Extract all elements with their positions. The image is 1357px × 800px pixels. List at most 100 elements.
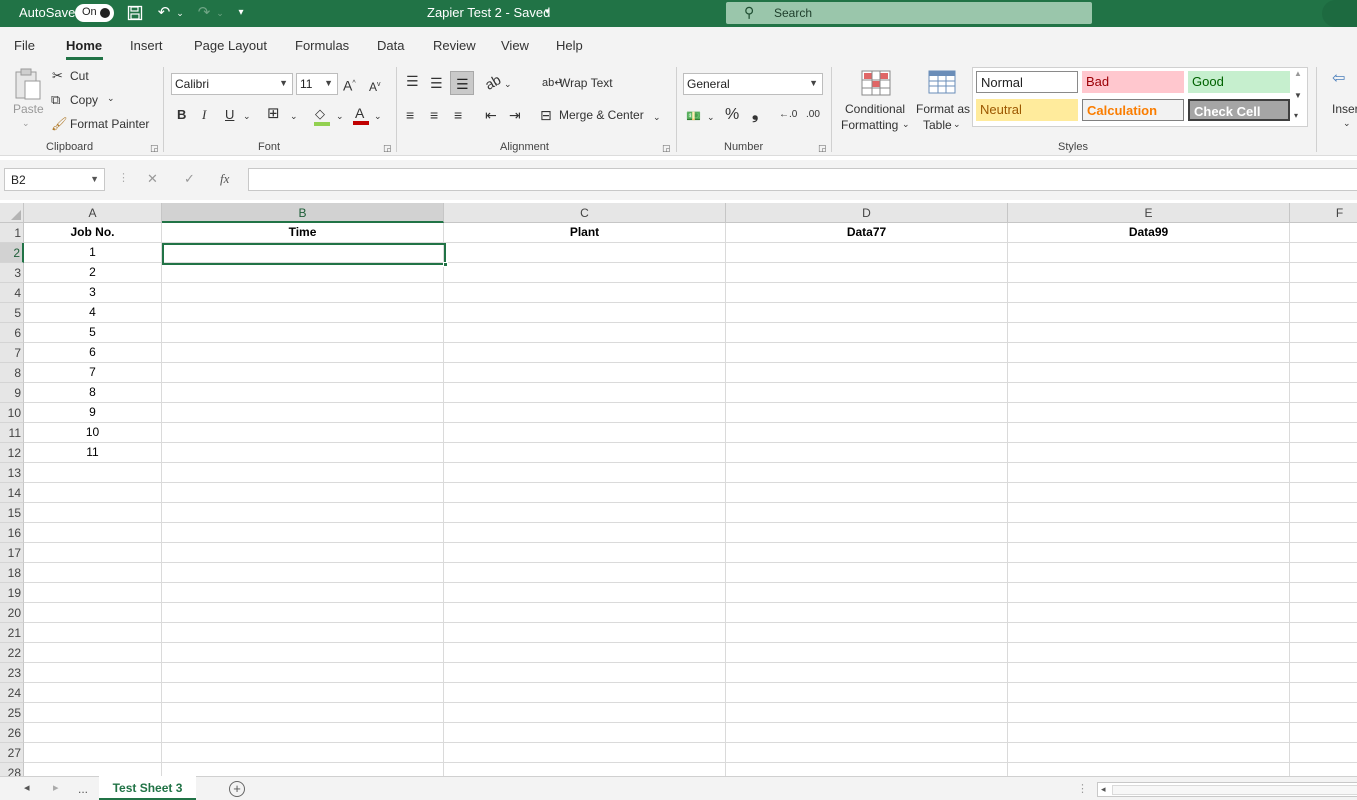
cell-a20[interactable]: [24, 603, 162, 623]
cell-a2[interactable]: 1: [24, 243, 162, 263]
cell-c5[interactable]: [444, 303, 726, 323]
cell-d9[interactable]: [726, 383, 1008, 403]
cell-f25[interactable]: [1290, 703, 1357, 723]
cell-b9[interactable]: [162, 383, 444, 403]
cell-d13[interactable]: [726, 463, 1008, 483]
row-header-4[interactable]: 4: [0, 283, 24, 303]
cell-f11[interactable]: [1290, 423, 1357, 443]
row-header-23[interactable]: 23: [0, 663, 24, 683]
cell-d24[interactable]: [726, 683, 1008, 703]
cell-d10[interactable]: [726, 403, 1008, 423]
scroll-left-icon[interactable]: ◂: [1101, 784, 1106, 795]
scroll-up-icon[interactable]: ▲: [1294, 69, 1302, 78]
row-header-7[interactable]: 7: [0, 343, 24, 363]
cell-d12[interactable]: [726, 443, 1008, 463]
row-header-13[interactable]: 13: [0, 463, 24, 483]
format-as-table-chevron-icon[interactable]: ⌄: [953, 119, 961, 130]
cell-d4[interactable]: [726, 283, 1008, 303]
underline-button[interactable]: U: [225, 107, 234, 123]
clipboard-launcher-icon[interactable]: ◲: [150, 143, 159, 154]
cell-f22[interactable]: [1290, 643, 1357, 663]
orientation-chevron-icon[interactable]: ⌄: [504, 76, 512, 92]
row-header-14[interactable]: 14: [0, 483, 24, 503]
save-icon[interactable]: [125, 3, 145, 23]
cell-c16[interactable]: [444, 523, 726, 543]
tab-data[interactable]: Data: [377, 38, 404, 53]
undo-dropdown-icon[interactable]: ⌄: [175, 3, 185, 23]
tab-help[interactable]: Help: [556, 38, 583, 53]
style-calculation[interactable]: Calculation: [1082, 99, 1184, 121]
cell-f9[interactable]: [1290, 383, 1357, 403]
cell-d7[interactable]: [726, 343, 1008, 363]
cell-e7[interactable]: [1008, 343, 1290, 363]
cell-f19[interactable]: [1290, 583, 1357, 603]
style-neutral[interactable]: Neutral: [976, 99, 1078, 121]
cell-b22[interactable]: [162, 643, 444, 663]
cell-a6[interactable]: 5: [24, 323, 162, 343]
font-size-select[interactable]: 11 ▼: [296, 73, 338, 95]
font-color-chevron-icon[interactable]: ⌄: [374, 108, 382, 124]
borders-chevron-icon[interactable]: ⌄: [290, 108, 298, 124]
align-right-icon[interactable]: ≡: [454, 107, 462, 123]
cell-b1[interactable]: Time: [162, 223, 444, 243]
cell-e1[interactable]: Data99: [1008, 223, 1290, 243]
column-header-b[interactable]: B: [162, 203, 444, 223]
percent-icon[interactable]: %: [725, 107, 739, 123]
cell-e8[interactable]: [1008, 363, 1290, 383]
splitter-icon[interactable]: ⋮: [1077, 782, 1088, 795]
cut-button[interactable]: Cut: [70, 69, 89, 83]
cell-f7[interactable]: [1290, 343, 1357, 363]
cell-e24[interactable]: [1008, 683, 1290, 703]
cell-e4[interactable]: [1008, 283, 1290, 303]
tab-formulas[interactable]: Formulas: [295, 38, 349, 53]
cell-f8[interactable]: [1290, 363, 1357, 383]
paste-chevron-icon[interactable]: ⌄: [22, 118, 30, 129]
tab-page-layout[interactable]: Page Layout: [194, 38, 267, 53]
cell-f27[interactable]: [1290, 743, 1357, 763]
cell-d25[interactable]: [726, 703, 1008, 723]
cell-c23[interactable]: [444, 663, 726, 683]
cell-b12[interactable]: [162, 443, 444, 463]
cell-a8[interactable]: 7: [24, 363, 162, 383]
decrease-decimal-icon[interactable]: .00: [806, 107, 820, 123]
cell-b16[interactable]: [162, 523, 444, 543]
cell-e14[interactable]: [1008, 483, 1290, 503]
cell-f24[interactable]: [1290, 683, 1357, 703]
align-center-icon[interactable]: ≡: [430, 107, 438, 123]
cell-b25[interactable]: [162, 703, 444, 723]
row-header-11[interactable]: 11: [0, 423, 24, 443]
cell-a21[interactable]: [24, 623, 162, 643]
row-header-12[interactable]: 12: [0, 443, 24, 463]
cell-d6[interactable]: [726, 323, 1008, 343]
wrap-text-button[interactable]: Wrap Text: [559, 76, 613, 90]
copy-button[interactable]: Copy: [70, 93, 98, 107]
row-header-3[interactable]: 3: [0, 263, 24, 283]
cell-b10[interactable]: [162, 403, 444, 423]
cancel-icon[interactable]: ✕: [147, 171, 158, 187]
cell-d15[interactable]: [726, 503, 1008, 523]
orientation-icon[interactable]: ab: [482, 71, 503, 93]
cell-c6[interactable]: [444, 323, 726, 343]
cell-b17[interactable]: [162, 543, 444, 563]
column-header-d[interactable]: D: [726, 203, 1008, 223]
cell-d16[interactable]: [726, 523, 1008, 543]
row-header-5[interactable]: 5: [0, 303, 24, 323]
cell-b20[interactable]: [162, 603, 444, 623]
cell-d14[interactable]: [726, 483, 1008, 503]
conditional-formatting-chevron-icon[interactable]: ⌄: [902, 119, 910, 130]
cell-a18[interactable]: [24, 563, 162, 583]
cell-b27[interactable]: [162, 743, 444, 763]
title-chevron-down-icon[interactable]: ▾: [545, 6, 550, 17]
style-good[interactable]: Good: [1188, 71, 1290, 93]
conditional-formatting-label-2[interactable]: Formatting: [841, 118, 898, 132]
cell-c14[interactable]: [444, 483, 726, 503]
paste-button[interactable]: Paste: [13, 102, 44, 116]
cell-e21[interactable]: [1008, 623, 1290, 643]
cell-b23[interactable]: [162, 663, 444, 683]
column-header-f[interactable]: F: [1290, 203, 1357, 223]
cell-b14[interactable]: [162, 483, 444, 503]
cell-c1[interactable]: Plant: [444, 223, 726, 243]
cell-b3[interactable]: [162, 263, 444, 283]
borders-icon[interactable]: ⊞: [267, 106, 280, 122]
alignment-launcher-icon[interactable]: ◲: [662, 143, 671, 154]
